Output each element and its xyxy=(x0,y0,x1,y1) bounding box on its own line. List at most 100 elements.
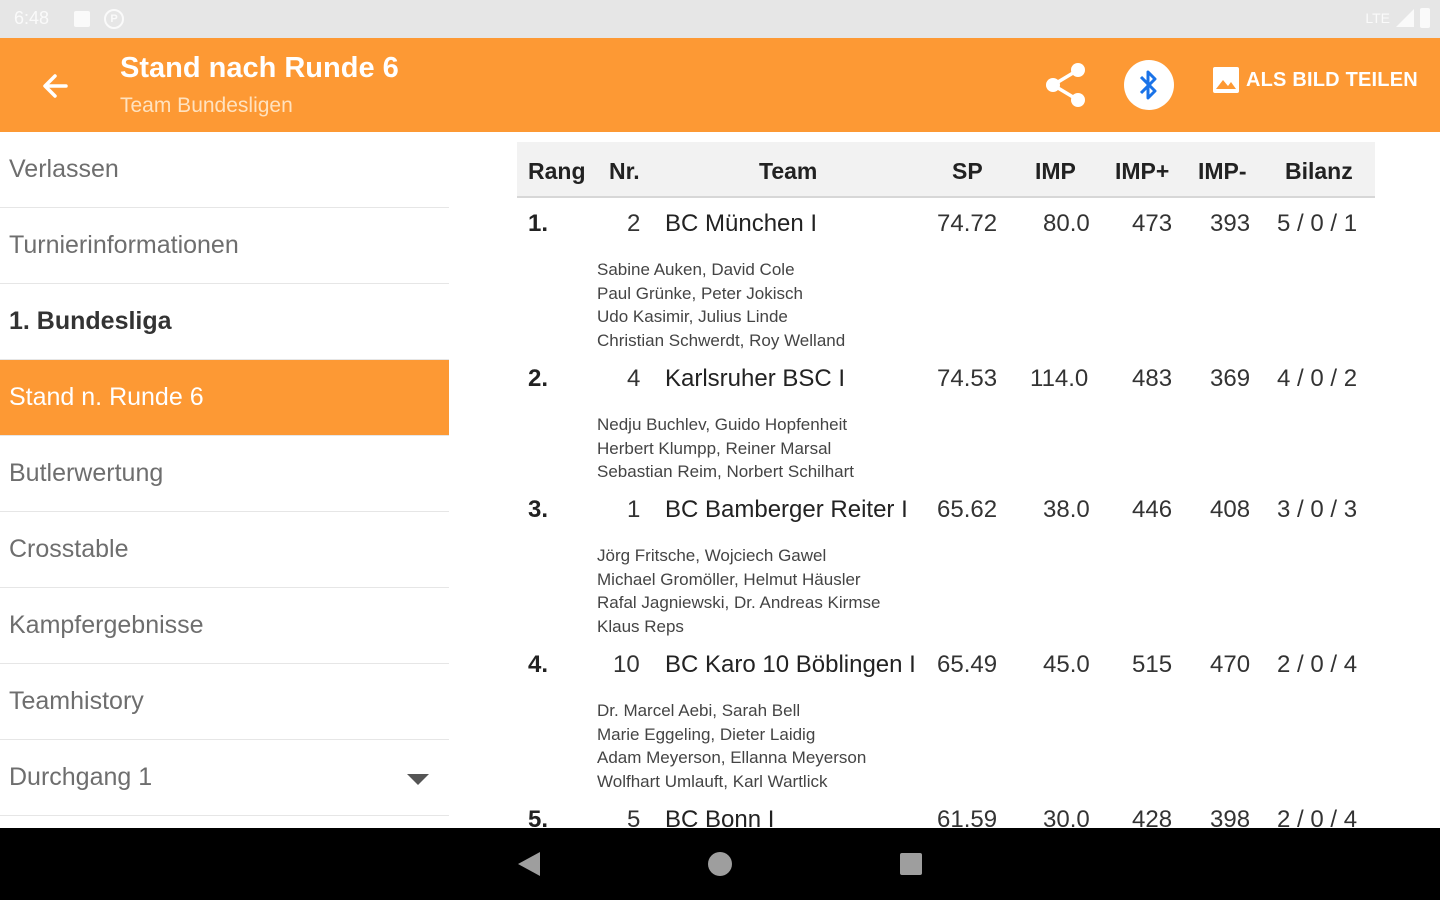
signal-icon xyxy=(1396,9,1414,27)
sidebar-dropdown-durchgang[interactable]: Durchgang 1 xyxy=(0,740,449,816)
bilanz-cell: 5 / 0 / 1 xyxy=(1277,210,1358,237)
team-players: Dr. Marcel Aebi, Sarah Bell Marie Eggeli… xyxy=(597,699,866,794)
sidebar-item-label: Turnierinformationen xyxy=(9,231,239,259)
player-line: Sebastian Reim, Norbert Schilhart xyxy=(597,462,855,482)
col-header-bilanz: Bilanz xyxy=(1285,158,1353,184)
col-header-imp: IMP xyxy=(1035,158,1076,184)
nav-back-icon[interactable] xyxy=(516,850,542,878)
sp-cell: 61.59 xyxy=(937,806,998,828)
sidebar-item-stand[interactable]: Stand n. Runde 6 xyxy=(0,360,449,436)
rank-cell: 2. xyxy=(528,365,549,392)
player-line: Klaus Reps xyxy=(597,617,684,637)
battery-icon xyxy=(1420,8,1430,28)
sidebar-item-verlassen[interactable]: Verlassen xyxy=(0,132,449,208)
player-line: Marie Eggeling, Dieter Laidig xyxy=(597,724,816,744)
image-icon xyxy=(1213,67,1239,93)
share-icon[interactable] xyxy=(1044,62,1088,108)
nav-home-icon[interactable] xyxy=(707,851,733,877)
app-bar: Stand nach Runde 6 Team Bundesligen ALS … xyxy=(0,38,1440,132)
nr-cell: 1 xyxy=(627,496,641,523)
bilanz-cell: 3 / 0 / 3 xyxy=(1277,496,1358,523)
nr-cell: 10 xyxy=(613,651,640,678)
table-header: Rang Nr. Team SP IMP IMP+ IMP- Bilanz xyxy=(517,142,1375,198)
imp-minus-cell: 398 xyxy=(1210,806,1251,828)
player-line: Udo Kasimir, Julius Linde xyxy=(597,307,788,327)
standings-panel: Rang Nr. Team SP IMP IMP+ IMP- Bilanz 1.… xyxy=(449,132,1440,828)
col-header-rang: Rang xyxy=(528,158,586,184)
notification-icon xyxy=(74,11,90,27)
team-cell: Karlsruher BSC I xyxy=(665,365,846,392)
col-header-team: Team xyxy=(759,158,818,184)
player-line: Michael Gromöller, Helmut Häusler xyxy=(597,569,861,589)
player-line: Herbert Klumpp, Reiner Marsal xyxy=(597,438,832,458)
team-players: Jörg Fritsche, Wojciech Gawel Michael Gr… xyxy=(597,544,880,639)
sp-cell: 74.53 xyxy=(937,365,998,392)
col-header-nr: Nr. xyxy=(609,158,640,184)
imp-plus-cell: 473 xyxy=(1132,210,1173,237)
player-line: Rafal Jagniewski, Dr. Andreas Kirmse xyxy=(597,593,881,613)
rank-cell: 1. xyxy=(528,210,549,237)
back-arrow-icon[interactable] xyxy=(36,66,76,106)
sidebar-item-label: Verlassen xyxy=(9,155,119,183)
sidebar-section-header: 1. Bundesliga xyxy=(0,284,449,360)
page-title: Stand nach Runde 6 xyxy=(120,52,399,84)
nr-cell: 5 xyxy=(627,806,641,828)
app-notification-icon: P xyxy=(104,9,124,29)
sp-cell: 74.72 xyxy=(937,210,998,237)
player-line: Paul Grünke, Peter Jokisch xyxy=(597,283,803,303)
sidebar-item-label: Teamhistory xyxy=(9,687,144,715)
nr-cell: 2 xyxy=(627,210,641,237)
col-header-sp: SP xyxy=(952,158,983,184)
rank-cell: 5. xyxy=(528,806,549,828)
imp-plus-cell: 515 xyxy=(1132,651,1173,678)
chevron-down-icon xyxy=(407,774,429,785)
imp-plus-cell: 428 xyxy=(1132,806,1173,828)
bilanz-cell: 2 / 0 / 4 xyxy=(1277,806,1358,828)
col-header-imp-minus: IMP- xyxy=(1198,158,1247,184)
nr-cell: 4 xyxy=(627,365,641,392)
sidebar-item-label: Durchgang 1 xyxy=(9,763,153,791)
status-time: 6:48 xyxy=(14,8,50,28)
system-nav-bar xyxy=(0,828,1440,900)
network-label: LTE xyxy=(1365,10,1390,26)
team-cell: BC München I xyxy=(665,210,818,237)
sidebar-item-butlerwertung[interactable]: Butlerwertung xyxy=(0,436,449,512)
player-line: Christian Schwerdt, Roy Welland xyxy=(597,331,846,351)
player-line: Wolfhart Umlauft, Karl Wartlick xyxy=(597,772,828,792)
imp-plus-cell: 483 xyxy=(1132,365,1173,392)
player-line: Adam Meyerson, Ellanna Meyerson xyxy=(597,748,867,768)
bluetooth-icon xyxy=(1139,70,1157,100)
sidebar-item-label: Crosstable xyxy=(9,535,129,563)
rank-cell: 3. xyxy=(528,496,549,523)
imp-cell: 45.0 xyxy=(1043,651,1090,678)
imp-cell: 30.0 xyxy=(1043,806,1090,828)
page-subtitle: Team Bundesligen xyxy=(120,94,293,117)
sidebar: Verlassen Turnierinformationen 1. Bundes… xyxy=(0,132,449,828)
col-header-imp-plus: IMP+ xyxy=(1115,158,1170,184)
team-players: Sabine Auken, David Cole Paul Grünke, Pe… xyxy=(597,258,845,353)
imp-minus-cell: 408 xyxy=(1210,496,1251,523)
player-line: Nedju Buchlev, Guido Hopfenheit xyxy=(597,415,848,434)
sidebar-item-label: Kampfergebnisse xyxy=(9,611,204,639)
sp-cell: 65.49 xyxy=(937,651,998,678)
bilanz-cell: 2 / 0 / 4 xyxy=(1277,651,1358,678)
imp-cell: 114.0 xyxy=(1030,365,1089,392)
team-cell: BC Bonn I xyxy=(665,806,775,828)
sidebar-item-teamhistory[interactable]: Teamhistory xyxy=(0,664,449,740)
player-line: Dr. Marcel Aebi, Sarah Bell xyxy=(597,701,801,720)
sidebar-item-label: 1. Bundesliga xyxy=(9,307,172,335)
imp-minus-cell: 369 xyxy=(1210,365,1251,392)
bluetooth-button[interactable] xyxy=(1124,60,1174,110)
imp-plus-cell: 446 xyxy=(1132,496,1173,523)
sidebar-item-crosstable[interactable]: Crosstable xyxy=(0,512,449,588)
sidebar-item-turnierinformationen[interactable]: Turnierinformationen xyxy=(0,208,449,284)
sidebar-item-kampfergebnisse[interactable]: Kampfergebnisse xyxy=(0,588,449,664)
share-as-image-label: ALS BILD TEILEN xyxy=(1246,68,1418,91)
imp-cell: 80.0 xyxy=(1043,210,1090,237)
player-line: Sabine Auken, David Cole xyxy=(597,260,795,279)
rank-cell: 4. xyxy=(528,651,549,678)
status-bar: 6:48 P LTE xyxy=(0,0,1440,38)
share-as-image-button[interactable]: ALS BILD TEILEN xyxy=(1212,66,1418,94)
team-cell: BC Bamberger Reiter I xyxy=(665,496,908,523)
nav-recents-icon[interactable] xyxy=(899,852,923,876)
